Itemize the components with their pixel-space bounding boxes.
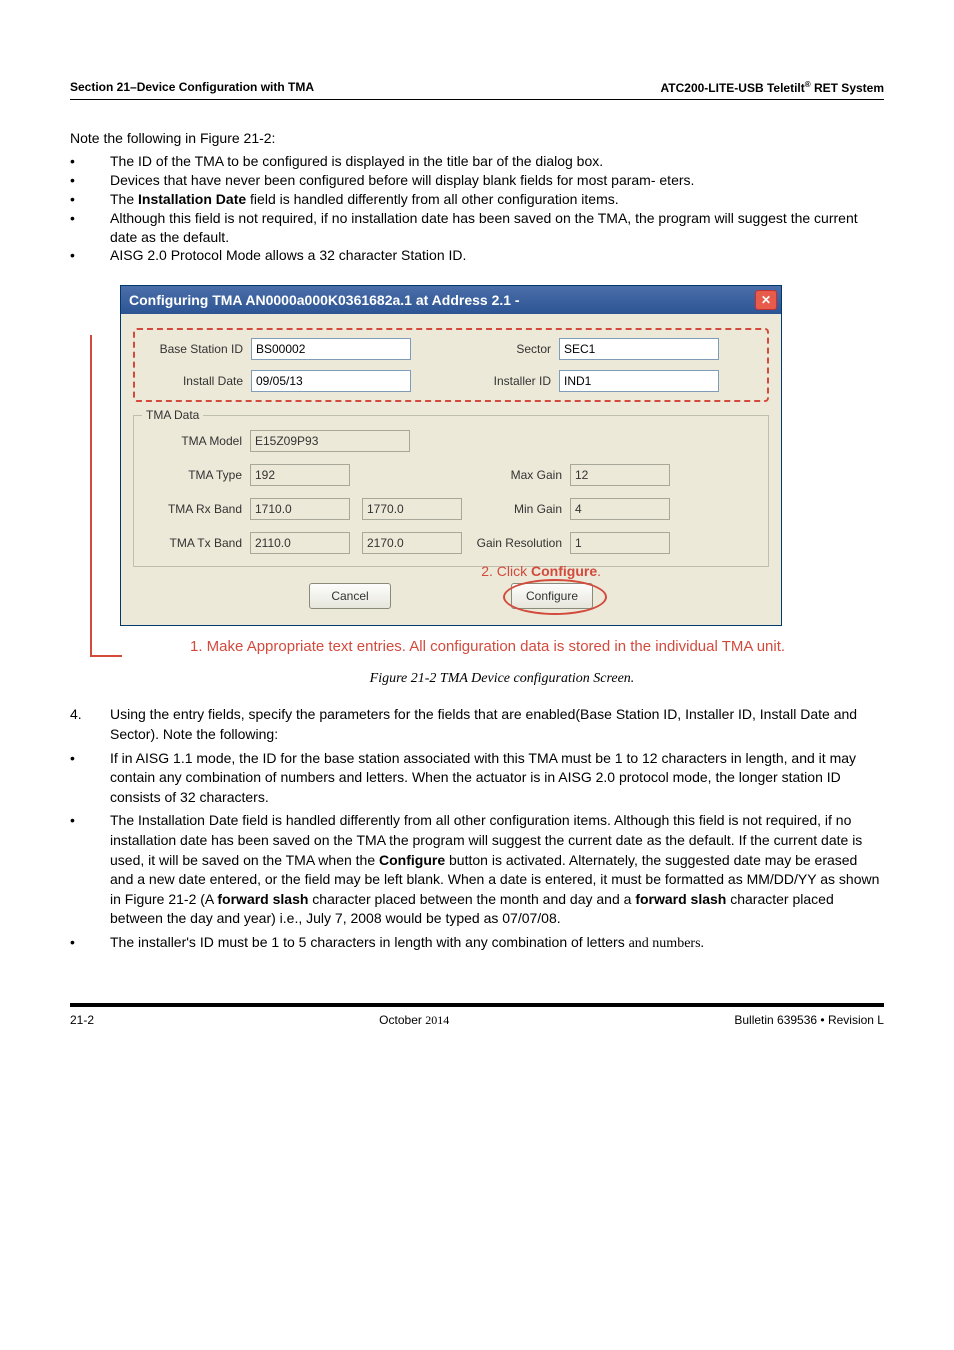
base-station-id-input[interactable] — [251, 338, 411, 360]
sector-input[interactable] — [559, 338, 719, 360]
gain-res-label: Gain Resolution — [462, 536, 570, 550]
install-date-label: Install Date — [143, 374, 251, 388]
tma-config-dialog: Configuring TMA AN0000a000K0361682a.1 at… — [120, 285, 782, 626]
min-gain-value: 4 — [570, 498, 670, 520]
rx-band-label: TMA Rx Band — [142, 502, 250, 516]
max-gain-label: Max Gain — [462, 468, 570, 482]
max-gain-value: 12 — [570, 464, 670, 486]
rx-band-hi: 1770.0 — [362, 498, 462, 520]
note-item: The ID of the TMA to be configured is di… — [110, 152, 884, 171]
note-item: Although this field is not required, if … — [110, 209, 884, 247]
configure-button[interactable]: Configure — [511, 583, 593, 609]
callout-1: 1. Make Appropriate text entries. All co… — [190, 636, 884, 657]
header-right: ATC200-LITE-USB Teletilt® RET System — [661, 80, 885, 95]
figure-caption: Figure 21-2 TMA Device configuration Scr… — [120, 671, 884, 687]
callout-2: 2. Click Configure. — [481, 563, 601, 579]
base-station-id-label: Base Station ID — [143, 342, 251, 356]
sub-item: If in AISG 1.1 mode, the ID for the base… — [110, 749, 884, 808]
note-item: The Installation Date field is handled d… — [110, 190, 884, 209]
header-left: Section 21–Device Configuration with TMA — [70, 80, 314, 95]
min-gain-label: Min Gain — [462, 502, 570, 516]
install-date-input[interactable] — [251, 370, 411, 392]
tma-model-value: E15Z09P93 — [250, 430, 410, 452]
callout-line-1 — [90, 335, 122, 657]
dialog-titlebar[interactable]: Configuring TMA AN0000a000K0361682a.1 at… — [121, 286, 781, 314]
sub-item: The installer's ID must be 1 to 5 charac… — [110, 933, 884, 954]
step-number: 4. — [70, 705, 110, 744]
step-text: Using the entry fields, specify the para… — [110, 705, 884, 744]
tma-data-legend: TMA Data — [142, 408, 203, 422]
sector-label: Sector — [451, 342, 559, 356]
page-footer: 21-2 October 2014 Bulletin 639536 • Revi… — [70, 1003, 884, 1028]
note-item: AISG 2.0 Protocol Mode allows a 32 chara… — [110, 246, 884, 265]
tx-band-hi: 2170.0 — [362, 532, 462, 554]
tma-type-label: TMA Type — [142, 468, 250, 482]
note-item: Devices that have never been configured … — [110, 171, 884, 190]
sub-item: The Installation Date field is handled d… — [110, 811, 884, 929]
rx-band-lo: 1710.0 — [250, 498, 350, 520]
tx-band-lo: 2110.0 — [250, 532, 350, 554]
installer-id-input[interactable] — [559, 370, 719, 392]
notes-list: •The ID of the TMA to be configured is d… — [70, 152, 884, 265]
footer-bulletin: Bulletin 639536 • Revision L — [734, 1013, 884, 1028]
page-header: Section 21–Device Configuration with TMA… — [70, 80, 884, 100]
installer-id-label: Installer ID — [451, 374, 559, 388]
tx-band-label: TMA Tx Band — [142, 536, 250, 550]
tma-type-value: 192 — [250, 464, 350, 486]
tma-model-label: TMA Model — [142, 434, 250, 448]
dialog-title-text: Configuring TMA AN0000a000K0361682a.1 at… — [129, 292, 520, 308]
footer-page: 21-2 — [70, 1013, 94, 1028]
cancel-button[interactable]: Cancel — [309, 583, 391, 609]
editable-fields-group: Base Station ID Sector Install Date Inst… — [133, 328, 769, 402]
gain-res-value: 1 — [570, 532, 670, 554]
intro-text: Note the following in Figure 21-2: — [70, 130, 884, 146]
footer-date: October 2014 — [379, 1013, 449, 1028]
tma-data-group: TMA Data TMA Model E15Z09P93 TMA Type 19… — [133, 408, 769, 567]
close-icon[interactable]: ✕ — [755, 290, 777, 310]
